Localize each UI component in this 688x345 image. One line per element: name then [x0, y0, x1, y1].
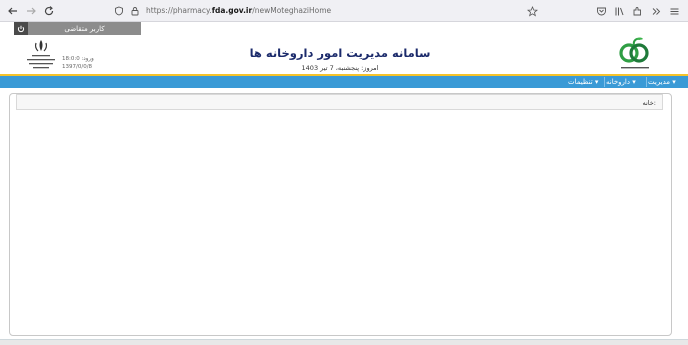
menu-modiriyat-label: مدیریت ▾: [648, 78, 676, 86]
content-panel: [9, 93, 672, 336]
pharmacy-logo-icon[interactable]: [617, 36, 653, 74]
session-time-box: ورود: 18:0:0 1397/0/0/8: [62, 55, 94, 71]
shield-icon[interactable]: [114, 6, 124, 16]
today-date: امروز: پنجشنبه، 7 تیر 1403: [301, 64, 379, 72]
logout-button[interactable]: [14, 22, 28, 35]
bottom-status-bar: [0, 339, 688, 345]
menu-darukhane-label: داروخانه ▾: [606, 78, 636, 86]
url-domain: fda.gov.ir: [211, 6, 253, 15]
extensions-icon[interactable]: [632, 6, 643, 17]
url-prefix: https://pharmacy.: [146, 6, 212, 15]
menu-darukhane[interactable]: داروخانه ▾: [606, 76, 636, 88]
back-button[interactable]: [4, 2, 22, 20]
iran-emblem-icon: [35, 40, 47, 52]
menu-separator: [646, 77, 647, 87]
power-icon: [17, 25, 25, 32]
url-path: /newMoteghaziHome: [252, 6, 332, 15]
user-role-tab[interactable]: کاربر متقاضی: [28, 22, 141, 35]
menu-tanzimat[interactable]: تنظیمات ▾: [568, 76, 598, 88]
url-text: https://pharmacy.fda.gov.ir/newMoteghazi…: [146, 6, 331, 15]
user-role-label: کاربر متقاضی: [64, 24, 105, 33]
page-title: سامانه مدیریت امور داروخانه ها: [249, 46, 431, 60]
back-arrow-icon: [8, 7, 17, 15]
bookmark-star-icon[interactable]: [527, 6, 538, 17]
menu-modiriyat[interactable]: مدیریت ▾: [648, 76, 676, 88]
library-icon[interactable]: [614, 6, 625, 17]
login-time: ورود: 18:0:0: [62, 56, 94, 62]
session-date: 1397/0/0/8: [62, 64, 93, 70]
pocket-icon[interactable]: [596, 6, 607, 17]
menu-tanzimat-label: تنظیمات ▾: [568, 78, 599, 86]
breadcrumb: خانه:: [16, 94, 663, 110]
breadcrumb-home[interactable]: خانه:: [643, 99, 657, 107]
address-bar[interactable]: https://pharmacy.fda.gov.ir/newMoteghazi…: [110, 3, 550, 19]
overflow-chevron-icon[interactable]: [651, 6, 662, 17]
hamburger-menu-icon[interactable]: [669, 6, 680, 17]
ministry-seal-text-icon: [27, 55, 55, 69]
lock-icon[interactable]: [130, 6, 140, 16]
reload-button[interactable]: [40, 2, 58, 20]
forward-button[interactable]: [22, 2, 40, 20]
forward-arrow-icon: [27, 7, 36, 15]
reload-icon: [44, 6, 54, 16]
menu-separator: [604, 77, 605, 87]
